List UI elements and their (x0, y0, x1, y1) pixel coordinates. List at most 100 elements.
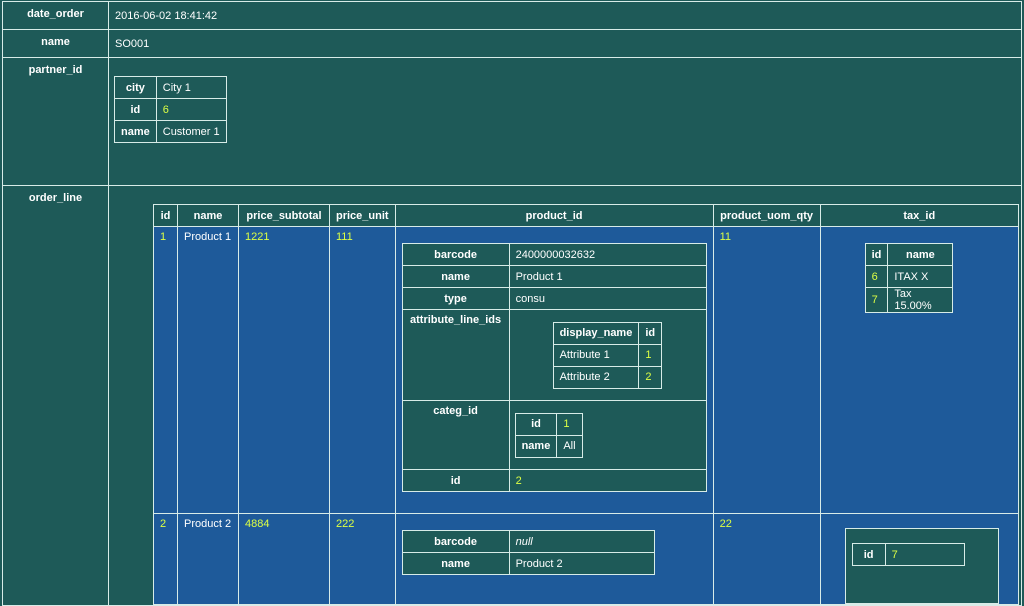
partner-table: city City 1 id 6 name Customer 1 (114, 76, 228, 143)
line-id: 2 (153, 513, 178, 605)
line-price-unit: 222 (329, 513, 396, 605)
row-order-line: order_line id name price_subtotal price_… (2, 185, 1022, 606)
list-item: 7 Tax 15.00% (864, 287, 954, 313)
product-barcode-value: 2400000032632 (508, 243, 707, 266)
categ-name-label: name (514, 434, 558, 458)
product-categ-row: categ_id id 1 name All (401, 400, 707, 470)
categ-name-row: name All (514, 434, 583, 458)
date-order-label: date_order (2, 1, 109, 30)
product-barcode-row: barcode null (401, 530, 655, 553)
row-date-order: date_order 2016-06-02 18:41:42 (2, 1, 1022, 30)
product-id-label: id (401, 469, 510, 492)
product-type-label: type (401, 287, 510, 310)
partner-city-value: City 1 (155, 76, 228, 99)
tax-table: id 7 (851, 543, 965, 566)
date-order-value: 2016-06-02 18:41:42 (108, 1, 1022, 30)
product-type-row: type consu (401, 287, 707, 310)
product-name-row: name Product 2 (401, 552, 655, 575)
order-line-cell: id name price_subtotal price_unit produc… (108, 185, 1022, 606)
col-product-id: product_id (394, 204, 714, 227)
product-barcode-row: barcode 2400000032632 (401, 243, 707, 266)
tax-id-label: id (851, 543, 886, 566)
partner-name-label: name (114, 120, 157, 143)
product-id-value: 2 (508, 469, 707, 492)
product-categ-label: categ_id (401, 400, 510, 470)
product-name-label: name (401, 265, 510, 288)
table-row: 2 Product 2 4884 222 barcode null name P… (153, 513, 1020, 605)
col-id: id (153, 204, 178, 227)
attribute-display-name: Attribute 2 (552, 365, 640, 389)
partner-id-value: 6 (155, 98, 228, 121)
partner-name-row: name Customer 1 (114, 120, 228, 143)
order-lines-table: id name price_subtotal price_unit produc… (153, 204, 1020, 605)
product-table: barcode 2400000032632 name Product 1 typ… (401, 243, 707, 492)
product-attribute-cell: display_name id Attribute 1 1 Attribute … (508, 309, 707, 401)
attribute-id: 2 (638, 365, 663, 389)
row-name: name SO001 (2, 29, 1022, 58)
categ-table: id 1 name All (514, 412, 583, 458)
product-id-row: id 2 (401, 469, 707, 492)
attribute-header-row: display_name id (552, 321, 663, 345)
partner-id-row: id 6 (114, 98, 228, 121)
product-attribute-row: attribute_line_ids display_name id Attri… (401, 309, 707, 401)
list-item: Attribute 2 2 (552, 365, 663, 389)
tax-header-row: id name (864, 243, 954, 266)
product-name-value: Product 1 (508, 265, 707, 288)
categ-id-label: id (514, 412, 558, 436)
line-name: Product 2 (177, 513, 239, 605)
tax-id-row: id 7 (851, 543, 965, 566)
product-name-row: name Product 1 (401, 265, 707, 288)
name-value: SO001 (108, 29, 1022, 58)
attribute-col-display-name: display_name (552, 321, 640, 345)
attribute-display-name: Attribute 1 (552, 343, 640, 367)
order-line-label: order_line (2, 185, 109, 606)
line-id: 1 (153, 226, 178, 514)
partner-city-row: city City 1 (114, 76, 228, 99)
tax-table: id name 6 ITAX X 7 Tax 15.00% (864, 243, 954, 313)
partner-id-cell: city City 1 id 6 name Customer 1 (108, 57, 1022, 186)
tax-name: ITAX X (887, 265, 954, 288)
product-table: barcode null name Product 2 (401, 530, 655, 575)
product-name-label: name (401, 552, 510, 575)
categ-id-value: 1 (556, 412, 583, 436)
line-tax-cell: id 7 (819, 513, 1020, 605)
tax-col-id: id (864, 243, 889, 266)
categ-id-row: id 1 (514, 412, 583, 436)
attribute-id: 1 (638, 343, 663, 367)
col-tax-id: tax_id (819, 204, 1020, 227)
line-price-subtotal: 1221 (238, 226, 330, 514)
list-item: 6 ITAX X (864, 265, 954, 288)
row-partner-id: partner_id city City 1 id 6 name Custome… (2, 57, 1022, 186)
name-label: name (2, 29, 109, 58)
record-table: date_order 2016-06-02 18:41:42 name SO00… (2, 1, 1022, 606)
attribute-table: display_name id Attribute 1 1 Attribute … (552, 321, 663, 389)
tax-col-name: name (887, 243, 954, 266)
line-product-cell: barcode 2400000032632 name Product 1 typ… (394, 226, 714, 514)
product-attribute-label: attribute_line_ids (401, 309, 510, 401)
categ-name-value: All (556, 434, 583, 458)
tax-container: id 7 (844, 528, 999, 604)
col-name: name (177, 204, 239, 227)
tax-name: Tax 15.00% (887, 287, 954, 313)
col-price-subtotal: price_subtotal (238, 204, 330, 227)
product-barcode-label: barcode (401, 243, 510, 266)
attribute-col-id: id (638, 321, 663, 345)
line-product-cell: barcode null name Product 2 (394, 513, 714, 605)
line-product-uom-qty: 11 (712, 226, 821, 514)
partner-city-label: city (114, 76, 157, 99)
col-price-unit: price_unit (329, 204, 396, 227)
line-product-uom-qty: 22 (712, 513, 821, 605)
partner-id-key: id (114, 98, 157, 121)
tax-id: 6 (864, 265, 889, 288)
line-price-subtotal: 4884 (238, 513, 330, 605)
product-categ-cell: id 1 name All (508, 400, 707, 470)
col-product-uom-qty: product_uom_qty (712, 204, 821, 227)
tax-id: 7 (864, 287, 889, 313)
partner-id-label: partner_id (2, 57, 109, 186)
line-price-unit: 111 (329, 226, 396, 514)
product-type-value: consu (508, 287, 707, 310)
order-lines-header: id name price_subtotal price_unit produc… (153, 204, 1020, 227)
product-barcode-label: barcode (401, 530, 510, 553)
list-item: Attribute 1 1 (552, 343, 663, 367)
tax-id-value: 7 (884, 543, 965, 566)
